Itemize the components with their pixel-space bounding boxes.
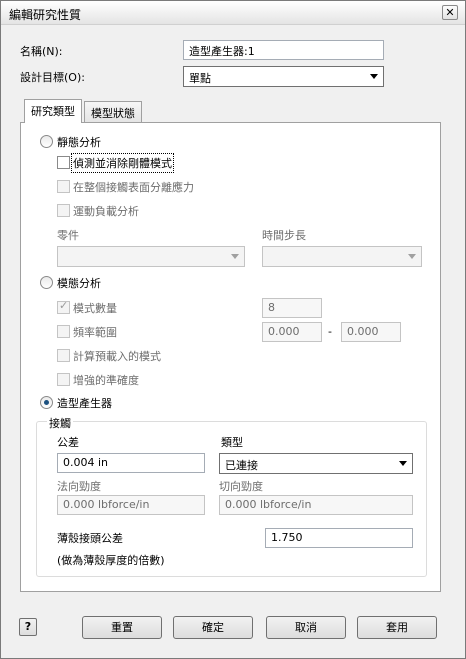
shell-tolerance-input[interactable]: 1.750 [265, 528, 413, 548]
name-input[interactable]: 造型產生器:1 [183, 40, 384, 60]
freq-max-input[interactable]: 0.000 [341, 322, 401, 342]
normal-stiffness-label: 法向勁度 [57, 480, 101, 493]
help-icon: ? [24, 620, 32, 633]
time-step-label: 時間步長 [262, 229, 306, 242]
chevron-down-icon [408, 254, 416, 259]
freq-min-input[interactable]: 0.000 [262, 322, 322, 342]
name-label: 名稱(N): [20, 45, 63, 58]
tab-study-type[interactable]: 研究類型 [24, 99, 82, 123]
title-bar: 編輯研究性質 ✕ [1, 1, 465, 25]
ok-button[interactable]: 確定 [173, 616, 253, 639]
reset-button[interactable]: 重置 [82, 616, 162, 639]
chevron-down-icon [370, 74, 378, 79]
static-analysis-label: 靜態分析 [57, 136, 101, 149]
freq-range-checkbox[interactable] [57, 325, 70, 338]
contact-type-select[interactable]: 已連接 [219, 453, 413, 474]
detect-rigid-checkbox[interactable] [57, 156, 70, 169]
separate-stress-label: 在整個接觸表面分離應力 [73, 181, 194, 194]
apply-button[interactable]: 套用 [357, 616, 437, 639]
tab-model-state[interactable]: 模型狀態 [84, 101, 142, 123]
chevron-down-icon [231, 254, 239, 259]
mode-count-checkbox[interactable] [57, 299, 70, 314]
window-title: 編輯研究性質 [9, 8, 82, 22]
tab-model-state-label: 模型狀態 [91, 107, 135, 120]
enhanced-accuracy-label: 增強的準確度 [73, 374, 139, 387]
freq-range-separator: - [328, 325, 332, 338]
time-step-select[interactable] [262, 246, 422, 267]
freq-range-label: 頻率範圍 [73, 326, 117, 339]
preload-modes-checkbox[interactable] [57, 349, 70, 362]
shape-generator-radio[interactable] [40, 396, 53, 409]
normal-stiffness-input[interactable]: 0.000 lbforce/in [57, 495, 205, 515]
help-button[interactable]: ? [19, 618, 37, 636]
modal-analysis-label: 模態分析 [57, 277, 101, 290]
tangent-stiffness-input[interactable]: 0.000 lbforce/in [219, 495, 413, 515]
mode-count-input[interactable]: 8 [262, 298, 322, 318]
motion-load-label: 運動負載分析 [73, 205, 139, 218]
separate-stress-checkbox[interactable] [57, 180, 70, 193]
preload-modes-label: 計算預載入的模式 [73, 350, 161, 363]
contact-type-value: 已連接 [225, 459, 258, 472]
chevron-down-icon [399, 461, 407, 466]
contact-type-label: 類型 [221, 436, 243, 449]
static-analysis-radio[interactable] [40, 135, 53, 148]
tab-study-type-label: 研究類型 [31, 105, 75, 118]
shell-tolerance-note: (做為薄殼厚度的倍數) [57, 554, 165, 567]
contact-group-title: 接觸 [47, 415, 73, 431]
design-objective-select[interactable]: 單點 [183, 66, 384, 87]
shell-tolerance-label: 薄殼接頭公差 [57, 532, 123, 545]
motion-load-checkbox[interactable] [57, 204, 70, 217]
detect-rigid-label: 偵測並消除剛體模式 [71, 153, 174, 173]
mode-count-label: 模式數量 [73, 302, 117, 315]
close-button[interactable]: ✕ [442, 5, 458, 20]
design-objective-value: 單點 [189, 72, 211, 85]
enhanced-accuracy-checkbox[interactable] [57, 373, 70, 386]
dialog-window: 編輯研究性質 ✕ 名稱(N): 造型產生器:1 設計目標(O): 單點 研究類型… [0, 0, 466, 659]
tolerance-input[interactable]: 0.004 in [57, 453, 205, 473]
part-label: 零件 [57, 229, 79, 242]
part-select[interactable] [57, 246, 245, 267]
close-icon: ✕ [445, 6, 455, 19]
cancel-button[interactable]: 取消 [266, 616, 346, 639]
design-objective-label: 設計目標(O): [20, 71, 85, 84]
tolerance-label: 公差 [57, 436, 79, 449]
modal-analysis-radio[interactable] [40, 276, 53, 289]
shape-generator-label: 造型產生器 [57, 397, 112, 410]
tangent-stiffness-label: 切向勁度 [219, 480, 263, 493]
